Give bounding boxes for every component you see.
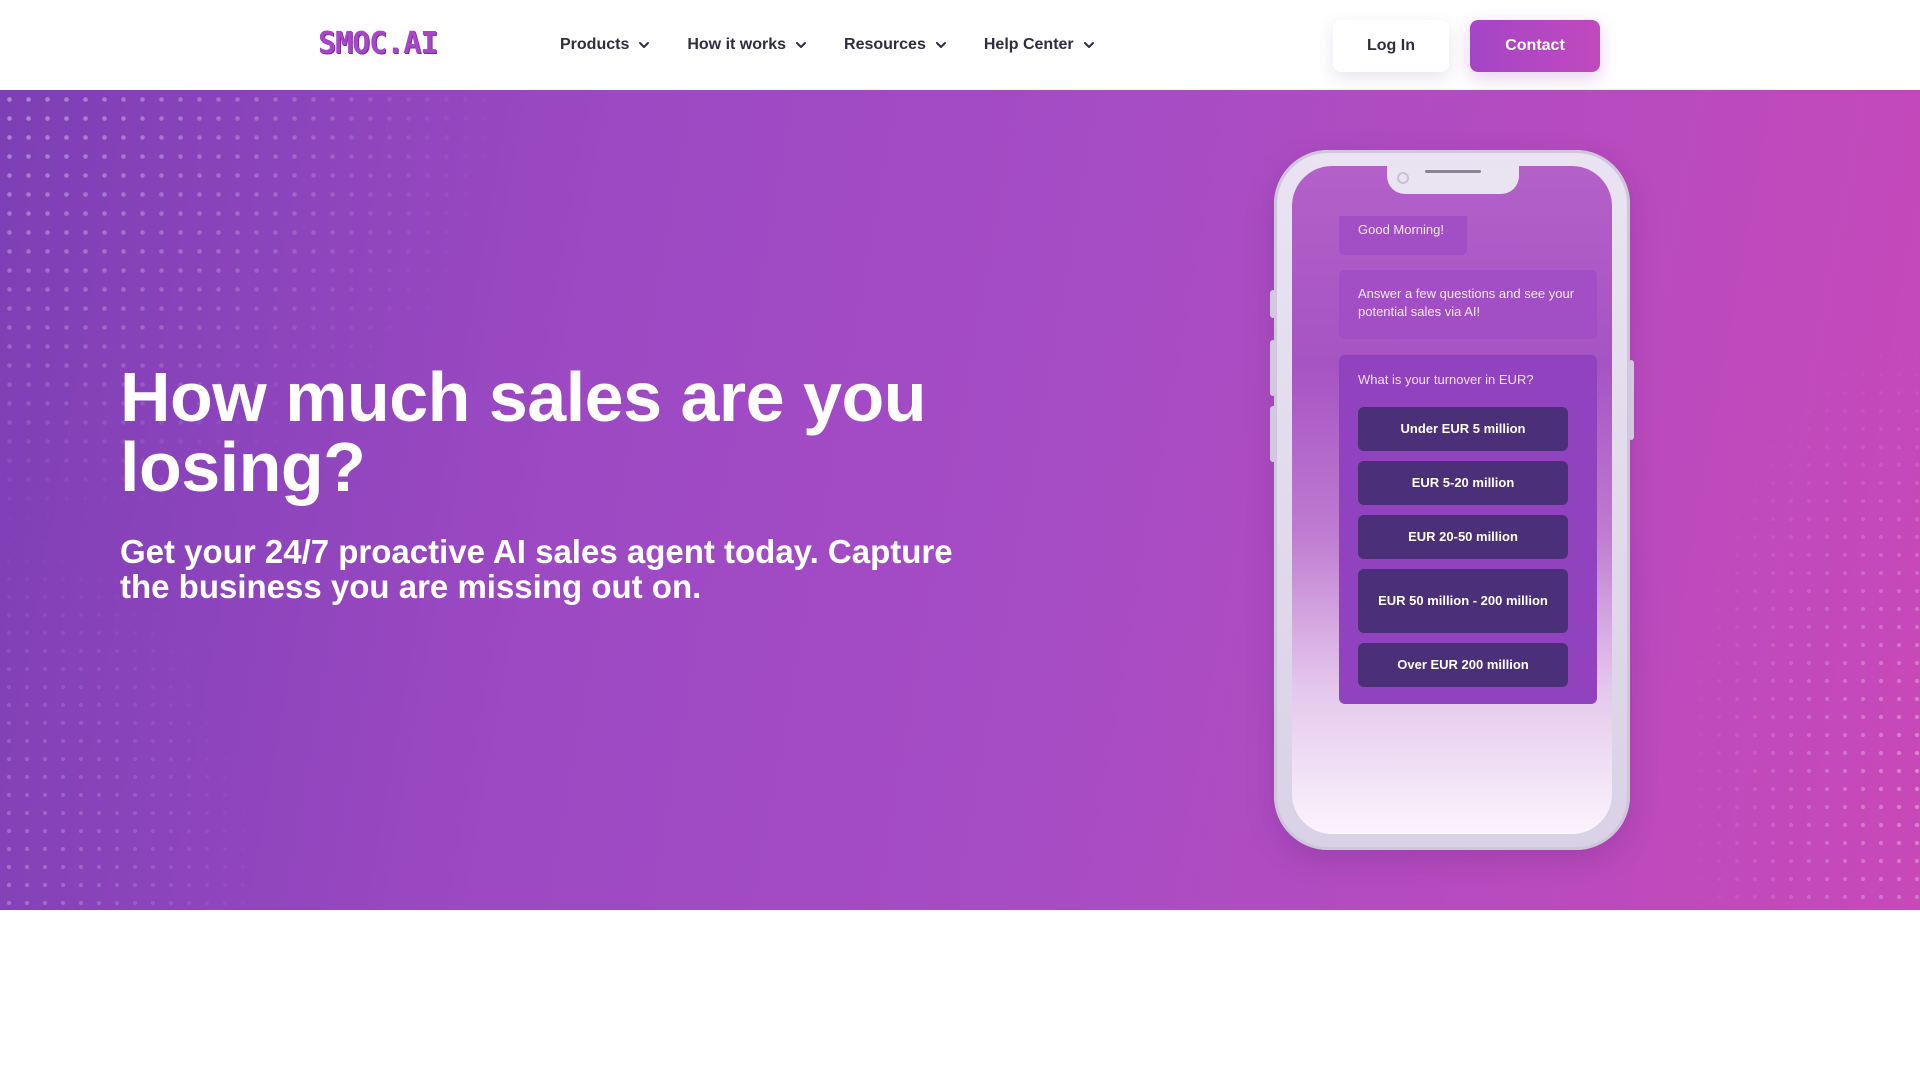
chat-bubble-greeting: Good Morning! bbox=[1339, 216, 1467, 255]
hero-headline: How much sales are you losing? bbox=[120, 358, 926, 506]
nav-item-label: Resources bbox=[844, 36, 926, 53]
chat-bubble-question: What is your turnover in EUR? Under EUR … bbox=[1339, 355, 1597, 704]
phone-side-button bbox=[1628, 360, 1634, 440]
nav-item-label: Help Center bbox=[983, 36, 1074, 53]
hero-subheadline: Get your 24/7 proactive AI sales agent t… bbox=[120, 533, 953, 605]
nav-item-label: How it works bbox=[687, 36, 787, 53]
camera-icon bbox=[1397, 172, 1409, 184]
hero-section: How much sales are you losing? Get your … bbox=[0, 90, 1920, 910]
dot-pattern-decoration bbox=[1620, 240, 1920, 910]
nav-item-resources[interactable]: Resources bbox=[844, 36, 948, 54]
option-button[interactable]: Under EUR 5 million bbox=[1358, 407, 1568, 451]
chevron-down-icon bbox=[794, 38, 808, 52]
phone-side-button bbox=[1270, 290, 1276, 318]
option-button[interactable]: EUR 5-20 million bbox=[1358, 461, 1568, 505]
site-header: SMOC.AI Products How it works Resources … bbox=[0, 0, 1920, 90]
phone-notch bbox=[1387, 166, 1519, 194]
speaker-icon bbox=[1425, 170, 1481, 173]
phone-mockup: Good Morning! Answer a few questions and… bbox=[1270, 150, 1634, 850]
option-button[interactable]: Over EUR 200 million bbox=[1358, 643, 1568, 687]
main-nav: Products How it works Resources Help Cen… bbox=[560, 36, 1096, 54]
chat-bubble-intro: Answer a few questions and see your pote… bbox=[1339, 270, 1597, 339]
chevron-down-icon bbox=[934, 38, 948, 52]
option-button[interactable]: EUR 20-50 million bbox=[1358, 515, 1568, 559]
login-button[interactable]: Log In bbox=[1333, 20, 1449, 72]
chevron-down-icon bbox=[637, 38, 651, 52]
phone-screen: Good Morning! Answer a few questions and… bbox=[1292, 166, 1612, 834]
phone-side-button bbox=[1270, 340, 1276, 396]
contact-button[interactable]: Contact bbox=[1470, 20, 1600, 72]
nav-item-how-it-works[interactable]: How it works bbox=[687, 36, 808, 54]
option-button[interactable]: EUR 50 million - 200 million bbox=[1358, 569, 1568, 633]
nav-item-help-center[interactable]: Help Center bbox=[984, 36, 1096, 54]
nav-item-products[interactable]: Products bbox=[560, 36, 651, 54]
logo[interactable]: SMOC.AI bbox=[318, 26, 438, 61]
chevron-down-icon bbox=[1082, 38, 1096, 52]
nav-item-label: Products bbox=[560, 36, 630, 53]
phone-side-button bbox=[1270, 406, 1276, 462]
question-text: What is your turnover in EUR? bbox=[1358, 372, 1534, 387]
